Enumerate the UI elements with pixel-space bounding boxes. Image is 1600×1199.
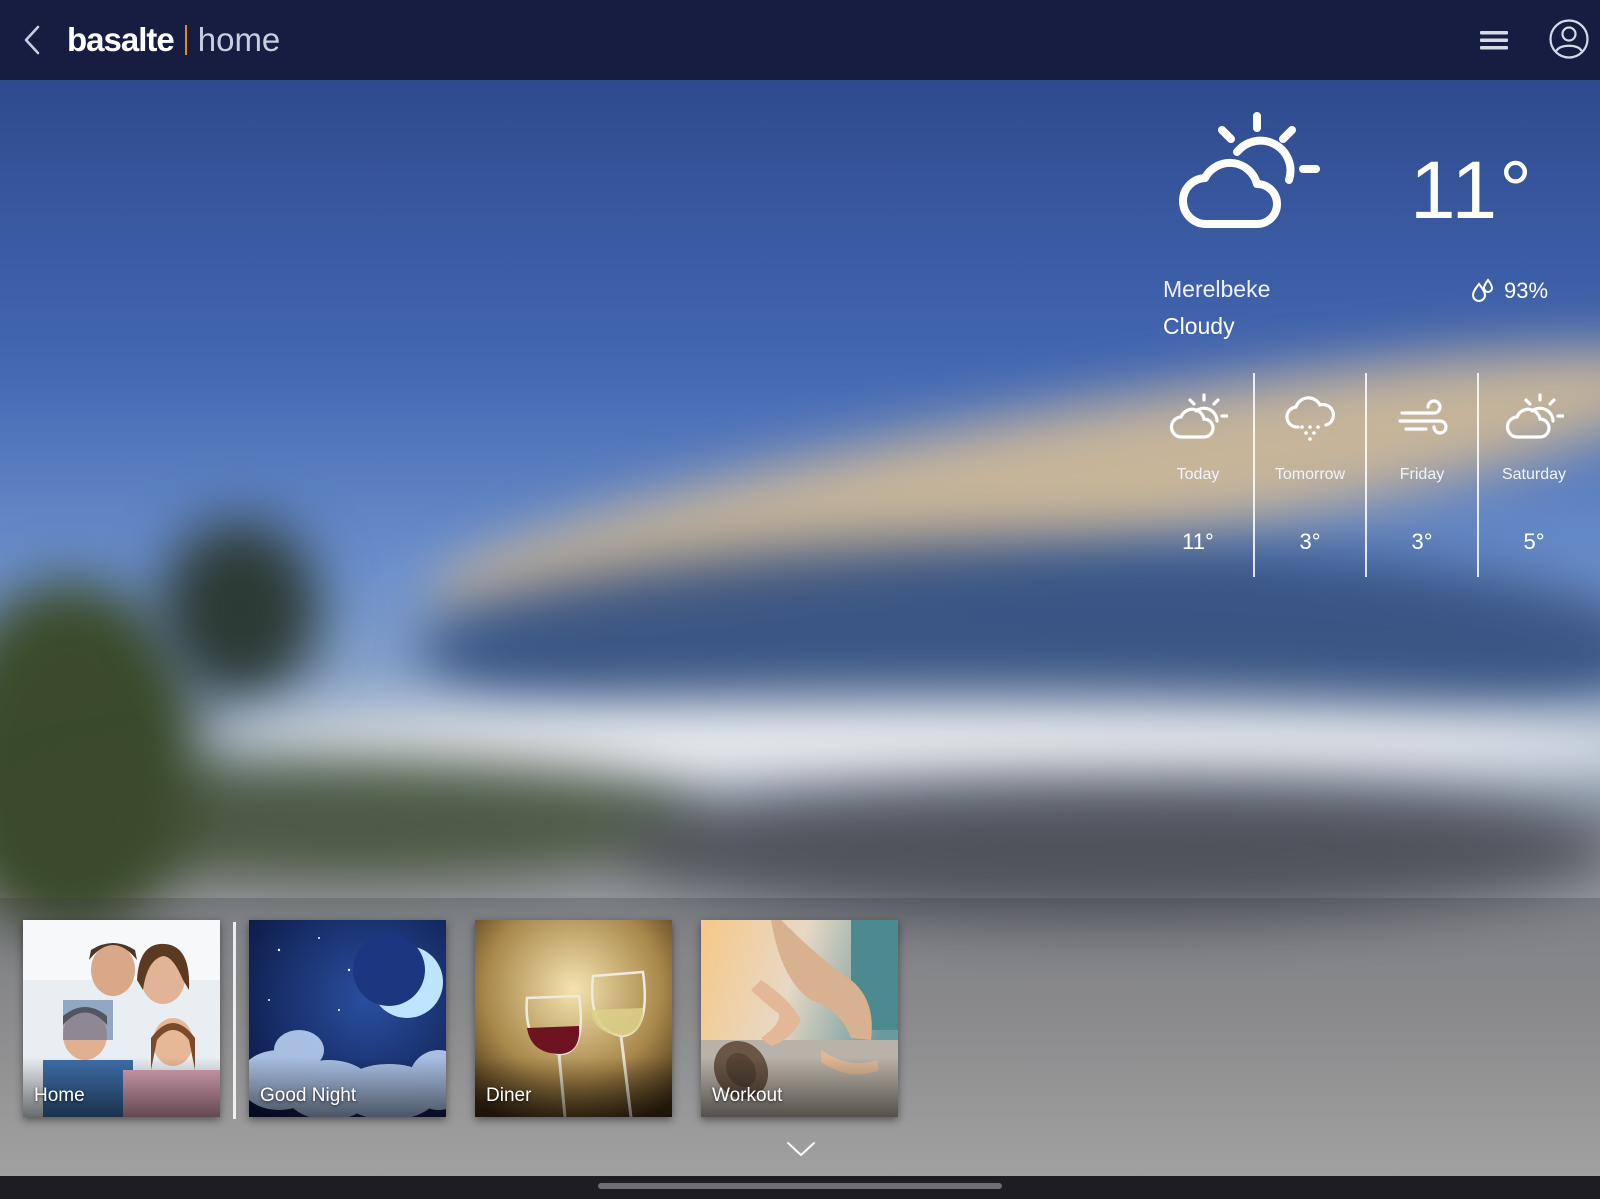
scene-label: Home: [34, 1085, 85, 1106]
scene-home[interactable]: Home: [23, 920, 220, 1117]
back-chevron-icon[interactable]: [18, 22, 46, 58]
weather-location: Merelbeke: [1163, 276, 1271, 302]
brand-separator: [184, 25, 187, 55]
user-profile-icon[interactable]: [1548, 18, 1590, 60]
forecast-day: Today 11°: [1143, 373, 1253, 577]
forecast-day: Saturday 5°: [1477, 373, 1589, 577]
forecast-temperature: 5°: [1523, 529, 1545, 554]
forecast-day-name: Today: [1176, 466, 1220, 483]
scene-workout[interactable]: Workout: [701, 920, 898, 1117]
scene-diner[interactable]: Diner: [475, 920, 672, 1117]
scene-good-night[interactable]: Good Night: [249, 920, 446, 1117]
scene-divider: [233, 922, 236, 1119]
brand-name: basalte: [67, 21, 175, 58]
weather-forecast: Today 11° Tomorrow 3° Friday 3° Saturday…: [1143, 373, 1589, 577]
forecast-day-name: Friday: [1399, 466, 1445, 483]
humidity-value: 93%: [1504, 278, 1549, 303]
wind-icon: [1398, 399, 1448, 435]
top-bar: basalte home: [0, 0, 1600, 80]
snow-cloud-icon: [1285, 396, 1336, 441]
partly-cloudy-icon: [1178, 112, 1320, 228]
scene-label: Good Night: [260, 1085, 357, 1106]
humidity-drops-icon: [1471, 278, 1494, 302]
partly-cloudy-icon: [1169, 393, 1228, 439]
scene-label: Workout: [712, 1085, 783, 1106]
page-title: home: [197, 21, 281, 58]
chevron-down-icon[interactable]: [786, 1140, 816, 1158]
hamburger-menu-icon[interactable]: [1478, 24, 1512, 56]
home-indicator[interactable]: [598, 1183, 1002, 1189]
forecast-temperature: 3°: [1411, 529, 1433, 554]
forecast-day-name: Tomorrow: [1274, 466, 1346, 483]
forecast-day-name: Saturday: [1501, 466, 1567, 483]
weather-condition: Cloudy: [1163, 313, 1235, 339]
humidity: 93%: [1470, 278, 1548, 304]
forecast-day: Tomorrow 3°: [1253, 373, 1365, 577]
forecast-day: Friday 3°: [1365, 373, 1477, 577]
scene-label: Diner: [486, 1085, 532, 1106]
brand-logo: basalte home: [67, 18, 280, 62]
forecast-temperature: 11°: [1182, 529, 1214, 554]
partly-cloudy-icon: [1505, 393, 1564, 439]
current-temperature: 11°: [1410, 145, 1534, 236]
forecast-temperature: 3°: [1299, 529, 1321, 554]
